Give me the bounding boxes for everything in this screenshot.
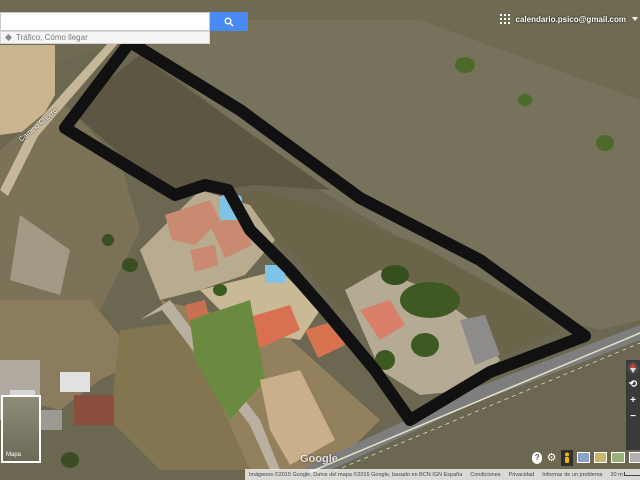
minimap-toggle[interactable]: Mapa <box>1 395 41 463</box>
chevron-down-icon[interactable] <box>632 17 638 21</box>
account-email[interactable]: calendario.psico@gmail.com <box>516 15 627 24</box>
minimap-label: Mapa <box>6 452 22 458</box>
search-icon <box>224 17 234 26</box>
account-bar: calendario.psico@gmail.com <box>499 14 638 24</box>
rotate-icon[interactable]: ⟲ <box>627 378 639 390</box>
terms-link[interactable]: Condiciones <box>470 472 500 478</box>
search-suggestions-panel[interactable]: Tráfico, Cómo llegar <box>0 31 210 44</box>
layer-thumbnail-3[interactable] <box>611 452 625 463</box>
layer-thumbnail-4[interactable] <box>628 452 640 463</box>
zoom-in-button[interactable]: + <box>627 394 639 406</box>
search-button[interactable] <box>210 12 248 31</box>
apps-grid-icon[interactable] <box>499 14 510 24</box>
zoom-out-button[interactable]: − <box>627 410 639 422</box>
directions-icon <box>5 34 12 41</box>
directions-label[interactable]: Tráfico, Cómo llegar <box>16 33 88 42</box>
report-problem-link[interactable]: Informar de un problema <box>542 472 602 478</box>
pegman-icon[interactable] <box>560 449 573 466</box>
scale-label: 20 m <box>610 471 623 478</box>
google-logo: Google <box>300 453 338 465</box>
scale-indicator: 20 m <box>610 471 640 478</box>
bottom-controls: ? ⚙ <box>530 448 640 467</box>
layer-thumbnail-2[interactable] <box>594 452 608 463</box>
layer-thumbnail-1[interactable] <box>576 452 591 463</box>
gear-icon[interactable]: ⚙ <box>546 452 557 464</box>
attribution-text: Imágenes ©2015 Google, Datos del mapa ©2… <box>249 471 463 478</box>
navigation-controls: ⟲ + − <box>626 360 640 450</box>
privacy-link[interactable]: Privacidad <box>509 472 535 478</box>
satellite-map[interactable] <box>0 0 640 480</box>
attribution-bar: Imágenes ©2015 Google, Datos del mapa ©2… <box>245 469 640 480</box>
scale-bar <box>624 471 640 476</box>
help-button[interactable]: ? <box>532 451 543 464</box>
search-input[interactable] <box>0 12 210 31</box>
compass-icon[interactable] <box>627 362 639 374</box>
